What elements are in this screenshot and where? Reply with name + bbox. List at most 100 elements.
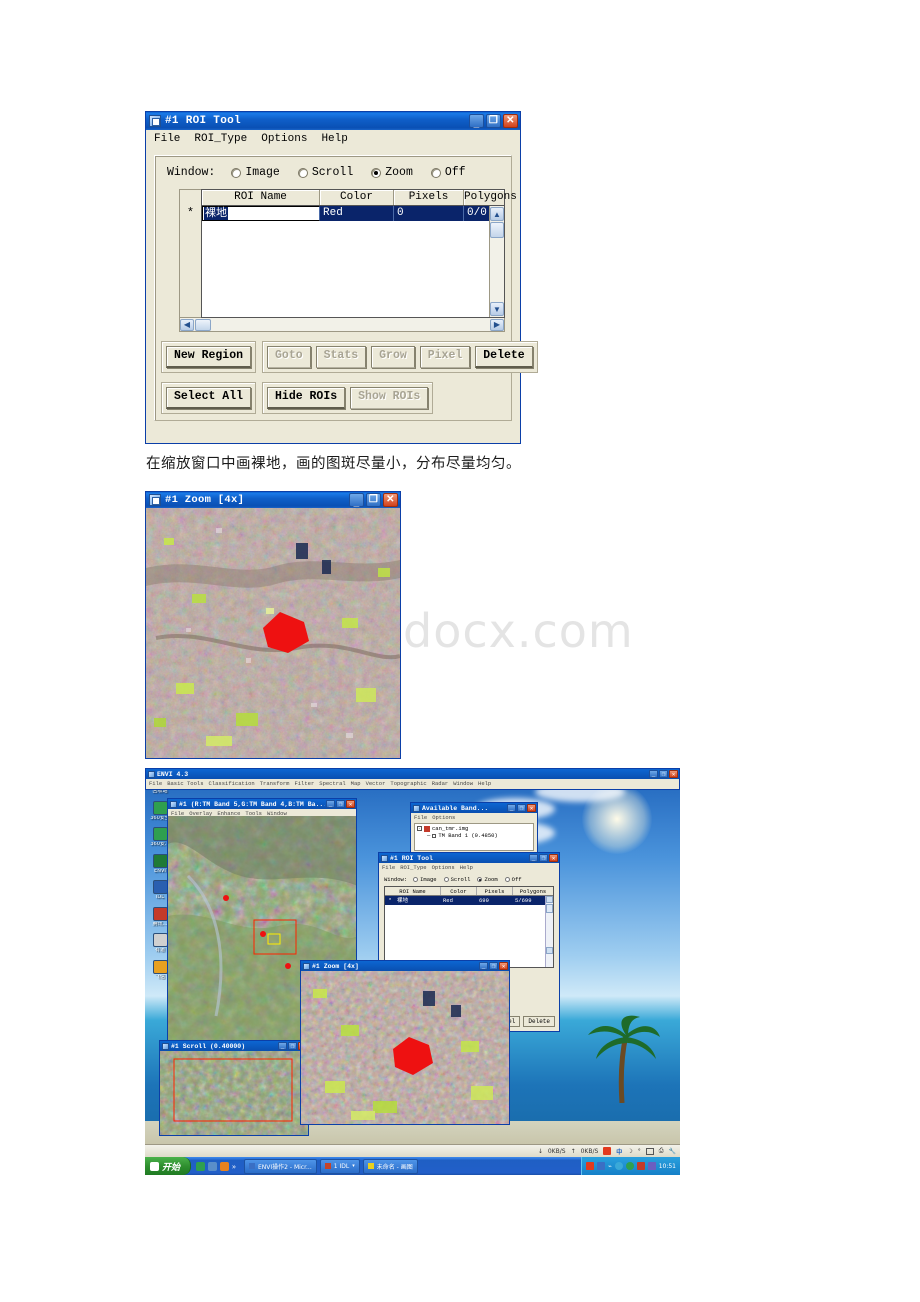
minimize-button[interactable]: _ [326, 800, 335, 808]
available-bands-window[interactable]: Available Band... _ ❐ ✕ File Options - c… [410, 802, 538, 856]
envi-main-window[interactable]: ENVI 4.3 _ ❐ ✕ File Basic Tools Classifi… [145, 768, 680, 790]
roi-tool-small-titlebar[interactable]: #1 ROI Tool _ ❐ ✕ [379, 853, 559, 863]
radio-zoom[interactable]: Zoom [371, 166, 413, 179]
radio-scroll[interactable]: Scroll [297, 166, 353, 179]
close-button[interactable]: ✕ [527, 804, 536, 812]
tray-360-icon[interactable] [625, 1162, 634, 1170]
maximize-button[interactable]: ❐ [336, 800, 345, 808]
vertical-scrollbar[interactable]: ▲ ▼ [489, 206, 504, 317]
menu-item-window[interactable]: Window [453, 780, 473, 787]
chevron-down-icon[interactable]: ▾ [352, 1163, 355, 1169]
scroll-up-icon[interactable] [546, 896, 553, 903]
radio-zoom[interactable]: Zoom [477, 876, 498, 883]
show-rois-button[interactable]: Show ROIs [350, 387, 429, 410]
envi-titlebar[interactable]: ENVI 4.3 _ ❐ ✕ [146, 769, 679, 779]
scroll-window-canvas[interactable] [160, 1051, 308, 1135]
grow-button[interactable]: Grow [371, 346, 415, 369]
tray-shield-icon[interactable]: ⌁ [608, 1163, 612, 1170]
close-button[interactable]: ✕ [346, 800, 355, 808]
table-row[interactable]: * 裸地 Red 699 5/699 [385, 896, 553, 905]
scroll-window-titlebar[interactable]: #1 Scroll (0.40000) _ ❐ ✕ [160, 1041, 308, 1051]
maximize-button[interactable]: ❐ [486, 114, 501, 128]
task-button-word[interactable]: ENVI操作2 - Micr... [244, 1158, 317, 1174]
goto-button[interactable]: Goto [267, 346, 311, 369]
menu-item-vector[interactable]: Vector [366, 780, 386, 787]
menu-item-classification[interactable]: Classification [209, 780, 255, 787]
tray-qq-icon[interactable] [636, 1162, 645, 1170]
scroll-left-icon[interactable]: ◀ [180, 318, 194, 331]
delete-button[interactable]: Delete [523, 1016, 555, 1027]
radio-off[interactable]: Off [504, 876, 522, 883]
column-header-pixels[interactable]: Pixels [394, 190, 464, 205]
column-header-roi-name[interactable]: ROI Name [385, 887, 441, 895]
menu-item-map[interactable]: Map [351, 780, 361, 787]
close-button[interactable]: ✕ [503, 114, 518, 128]
task-button-idl[interactable]: 1 IDL ▾ [319, 1158, 360, 1174]
column-header-polygons[interactable]: Polygons [464, 190, 517, 205]
tray-sogou-icon[interactable] [586, 1162, 595, 1170]
maximize-button[interactable]: ❐ [489, 962, 498, 970]
chevron-right-icon[interactable]: » [232, 1162, 236, 1171]
menu-item-spectral[interactable]: Spectral [319, 780, 345, 787]
minimize-button[interactable]: _ [278, 1042, 287, 1050]
roi-tool-titlebar[interactable]: #1 ROI Tool _ ❐ ✕ [146, 112, 520, 130]
close-button[interactable]: ✕ [499, 962, 508, 970]
scroll-right-icon[interactable]: ▶ [490, 318, 504, 331]
hide-rois-button[interactable]: Hide ROIs [267, 387, 346, 410]
table-row[interactable]: 裸地 Red 0 0/0 [202, 206, 504, 221]
scroll-thumb[interactable] [546, 904, 553, 913]
scroll-up-icon[interactable]: ▲ [490, 207, 504, 221]
column-header-color[interactable]: Color [441, 887, 477, 895]
start-button[interactable]: 开始 [145, 1157, 192, 1175]
band-tree[interactable]: - can_tmr.img — TM Band 1 (0.4850) [414, 823, 534, 851]
radio-image[interactable]: Image [413, 876, 437, 883]
hscroll-thumb[interactable] [195, 318, 211, 331]
minimize-button[interactable]: _ [649, 770, 658, 778]
menu-item-file[interactable]: File [414, 814, 427, 821]
stats-button[interactable]: Stats [315, 346, 367, 369]
keyboard-icon[interactable] [645, 1147, 654, 1155]
maximize-button[interactable]: ❐ [659, 770, 668, 778]
new-region-button[interactable]: New Region [166, 346, 252, 369]
quick-launch-explorer-icon[interactable] [208, 1161, 218, 1171]
roi-grid[interactable]: ROI Name Color Pixels Polygons 裸地 Red 0 … [201, 189, 517, 318]
task-button-paint[interactable]: 未命名 - 画图 [362, 1158, 418, 1174]
radio-scroll[interactable]: Scroll [443, 876, 470, 883]
tree-expand-icon[interactable]: - [417, 826, 422, 831]
menu-item-options[interactable]: Options [261, 133, 307, 145]
menu-item-roi-type[interactable]: ROI_Type [400, 864, 426, 871]
scroll-down-icon[interactable]: ▼ [490, 302, 504, 316]
ime-indicator[interactable]: 中 [616, 1147, 622, 1156]
radio-image[interactable]: Image [231, 166, 280, 179]
zoom-image-canvas[interactable] [146, 508, 400, 758]
column-header-color[interactable]: Color [320, 190, 394, 205]
zoom-window-small[interactable]: #1 Zoom [4x] _ ❐ ✕ [300, 960, 510, 1125]
quick-launch-firefox-icon[interactable] [220, 1161, 230, 1171]
menu-item-file[interactable]: File [382, 864, 395, 871]
scroll-window[interactable]: #1 Scroll (0.40000) _ ❐ ✕ [159, 1040, 309, 1136]
scroll-down-icon[interactable] [546, 947, 553, 954]
minimize-button[interactable]: _ [479, 962, 488, 970]
menu-item-help[interactable]: Help [460, 864, 473, 871]
roi-small-grid[interactable]: ROI Name Color Pixels Polygons * 裸地 Red … [384, 886, 554, 968]
menu-item-filter[interactable]: Filter [294, 780, 314, 787]
taskbar-clock[interactable]: 10:51 [659, 1163, 676, 1170]
horizontal-scrollbar[interactable]: ◀ ▶ [179, 318, 505, 332]
menu-item-help[interactable]: Help [321, 133, 347, 145]
scroll-thumb[interactable] [490, 222, 504, 238]
tree-item-file[interactable]: - can_tmr.img [417, 825, 531, 832]
pixel-button[interactable]: Pixel [419, 346, 471, 369]
zoom-small-titlebar[interactable]: #1 Zoom [4x] _ ❐ ✕ [301, 961, 509, 971]
minimize-button[interactable]: _ [507, 804, 516, 812]
quick-launch-browser-icon[interactable] [196, 1161, 206, 1171]
tray-misc-icon[interactable] [647, 1162, 656, 1170]
menu-item-options[interactable]: Options [432, 814, 455, 821]
vertical-scrollbar[interactable] [545, 896, 553, 967]
tree-item-band[interactable]: — TM Band 1 (0.4850) [417, 832, 531, 839]
close-button[interactable]: ✕ [383, 493, 398, 507]
printer-icon[interactable]: ⎙ [659, 1147, 664, 1155]
column-header-polygons[interactable]: Polygons [513, 887, 553, 895]
menu-item-topographic[interactable]: Topographic [390, 780, 426, 787]
band-checkbox[interactable] [432, 833, 437, 838]
menu-item-basic-tools[interactable]: Basic Tools [167, 780, 203, 787]
